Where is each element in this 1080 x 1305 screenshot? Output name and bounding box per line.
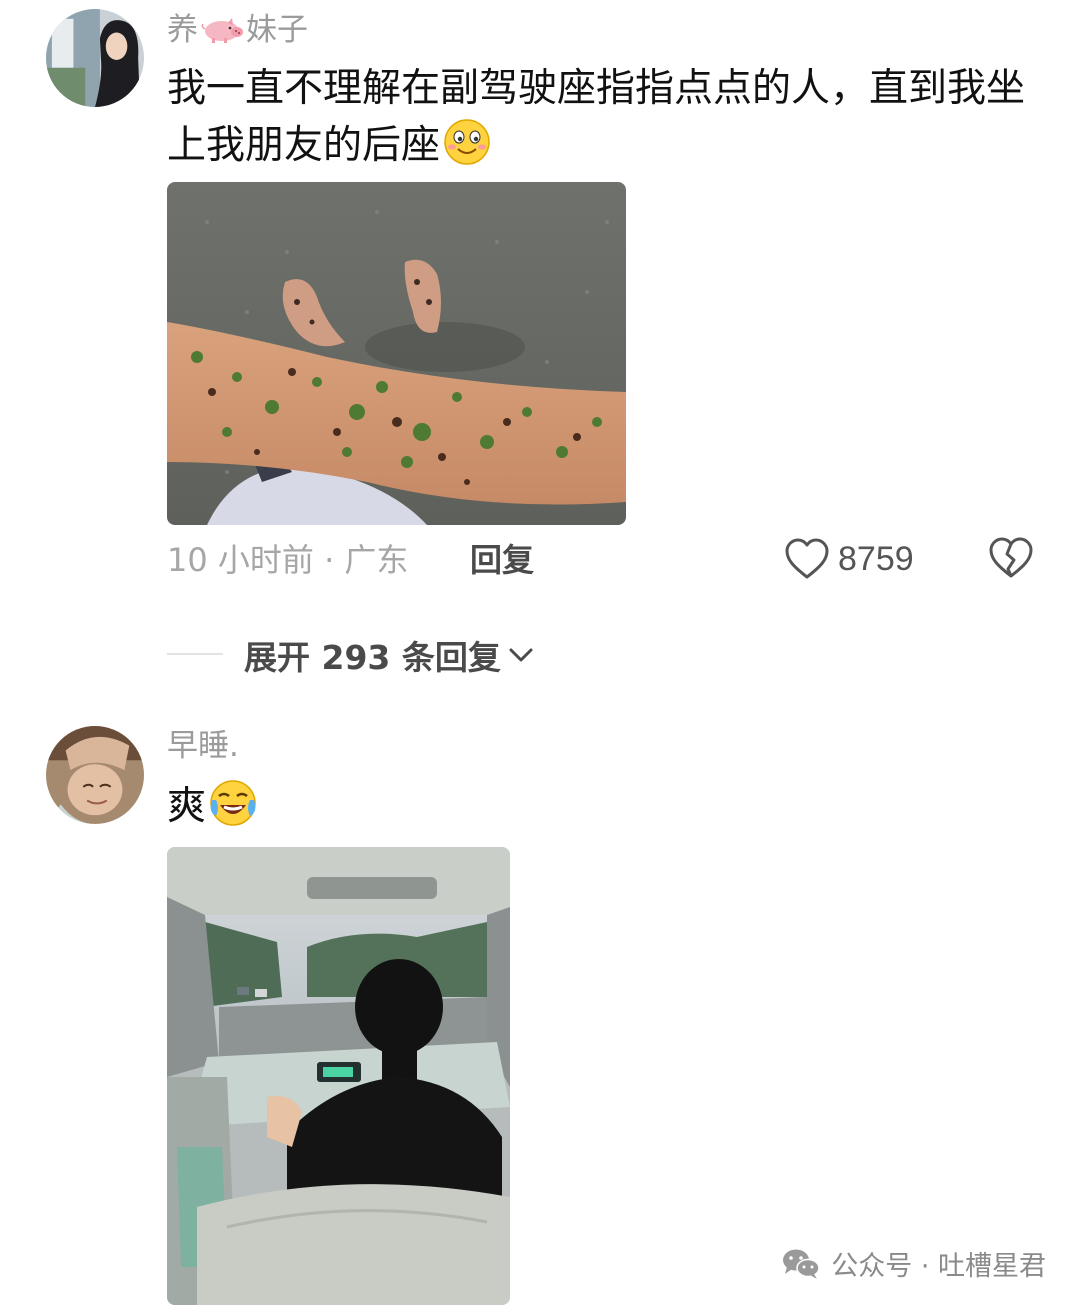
heart-icon [785,538,829,579]
reply-button[interactable]: 回复 [470,540,534,580]
dislike-button[interactable] [988,536,1034,580]
avatar[interactable] [46,9,144,107]
expand-replies-label: 展开 293 条回复 [244,638,501,677]
comment-body: 我一直不理解在副驾驶座指指点点的人，直到我坐上我朋友的后座 [167,66,1026,168]
photo-muddy-leg-on-road[interactable] [167,182,626,525]
avatar[interactable] [46,726,144,824]
comment-body: 爽 [167,784,207,829]
comment-text: 我一直不理解在副驾驶座指指点点的人，直到我坐上我朋友的后座 [167,61,1027,174]
pig-emoji-icon [200,17,244,43]
laughing-tears-emoji-icon [208,778,258,828]
expand-divider [167,653,223,655]
username[interactable]: 养 妹子 [167,15,308,46]
chevron-down-icon [509,648,533,662]
like-button[interactable]: 8759 [784,536,914,582]
wechat-icon [783,1249,820,1279]
expand-replies-button[interactable]: 展开 293 条回复 [244,633,535,677]
like-count: 8759 [838,539,914,578]
photo-car-backseat-view[interactable] [167,847,510,1305]
smile-emoji-icon [442,117,492,167]
comment-time-location: 10 小时前 · 广东 [167,541,409,579]
watermark-text: 公众号 · 吐槽星君 [831,1251,1046,1282]
broken-heart-icon [989,537,1033,578]
comment-text: 爽 [167,778,1027,835]
watermark: 公众号 · 吐槽星君 [781,1244,1046,1283]
username-prefix: 养 [167,12,198,48]
username[interactable]: 早睡. [167,731,239,762]
username-suffix: 妹子 [246,12,308,48]
